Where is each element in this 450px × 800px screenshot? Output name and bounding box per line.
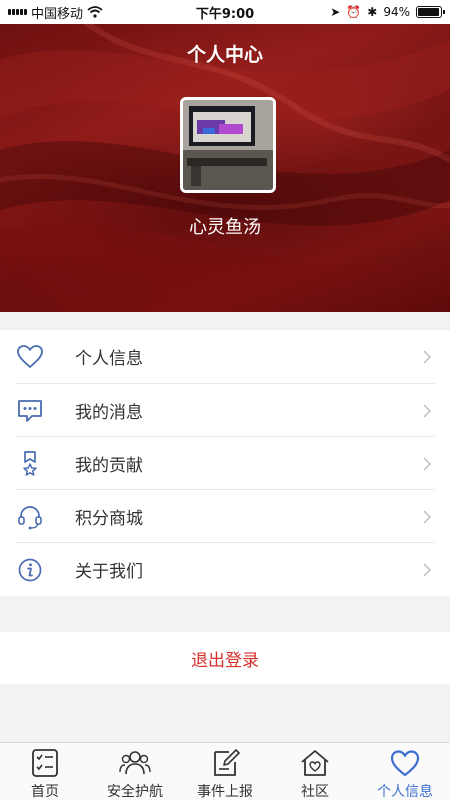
battery-icon [416, 6, 445, 18]
tab-label: 安全护航 [107, 784, 163, 800]
chevron-right-icon [423, 562, 432, 577]
menu-list: 个人信息 我的消息 我的贡献 积分商城 关于我们 [0, 330, 450, 596]
menu-item-label: 个人信息 [75, 349, 143, 369]
edit-icon [214, 749, 240, 776]
nickname: 心灵鱼汤 [189, 217, 261, 238]
menu-item-label: 关于我们 [75, 562, 143, 582]
tab-home[interactable]: 首页 [0, 743, 90, 800]
chevron-right-icon [423, 456, 432, 471]
status-time: 下午9:00 [195, 6, 255, 22]
house-heart-icon [301, 750, 329, 776]
page-title: 个人中心 [186, 44, 263, 66]
status-right: ➤ ⏰ ✱ 94% [292, 5, 445, 19]
logout-button[interactable]: 退出登录 [0, 632, 450, 684]
location-icon: ➤ [330, 5, 341, 19]
tab-safety-escort[interactable]: 安全护航 [90, 743, 180, 800]
status-bar: 中国移动 下午9:00 ➤ ⏰ ✱ 94% [0, 0, 450, 24]
tab-event-report[interactable]: 事件上报 [180, 743, 270, 800]
info-icon [18, 558, 42, 581]
bluetooth-icon: ✱ [367, 5, 378, 19]
chevron-right-icon [423, 403, 432, 418]
chevron-right-icon [423, 349, 432, 364]
heart-icon [17, 344, 43, 368]
tab-label: 社区 [301, 784, 329, 800]
tab-label: 事件上报 [197, 784, 253, 800]
tab-personal-info[interactable]: 个人信息 [360, 743, 450, 800]
menu-item-points-mall[interactable]: 积分商城 [0, 490, 450, 543]
menu-item-label: 我的消息 [75, 403, 143, 423]
chevron-right-icon [423, 509, 432, 524]
avatar[interactable] [180, 97, 276, 193]
menu-item-about[interactable]: 关于我们 [0, 543, 450, 596]
menu-item-label: 积分商城 [75, 509, 143, 529]
people-icon [119, 751, 151, 775]
tab-bar: 首页 安全护航 事件上报 社区 个人信息 [0, 742, 450, 800]
message-icon [18, 399, 42, 422]
avatar-image [183, 100, 273, 190]
battery-percent: 94% [383, 5, 410, 19]
bookmark-star-icon [23, 450, 37, 476]
menu-item-label: 我的贡献 [75, 456, 143, 476]
signal-icon [8, 9, 27, 15]
tab-community[interactable]: 社区 [270, 743, 360, 800]
checklist-icon [32, 749, 58, 777]
menu-item-contribution[interactable]: 我的贡献 [0, 437, 450, 490]
tab-label: 首页 [31, 784, 59, 800]
tab-label: 个人信息 [377, 784, 433, 800]
alarm-icon: ⏰ [346, 5, 362, 19]
status-left: 中国移动 [8, 3, 158, 22]
carrier-label: 中国移动 [31, 6, 84, 22]
wifi-icon [87, 6, 103, 18]
heart-icon [390, 750, 420, 777]
menu-item-profile[interactable]: 个人信息 [0, 330, 450, 383]
headset-icon [18, 505, 42, 529]
menu-item-messages[interactable]: 我的消息 [0, 384, 450, 437]
